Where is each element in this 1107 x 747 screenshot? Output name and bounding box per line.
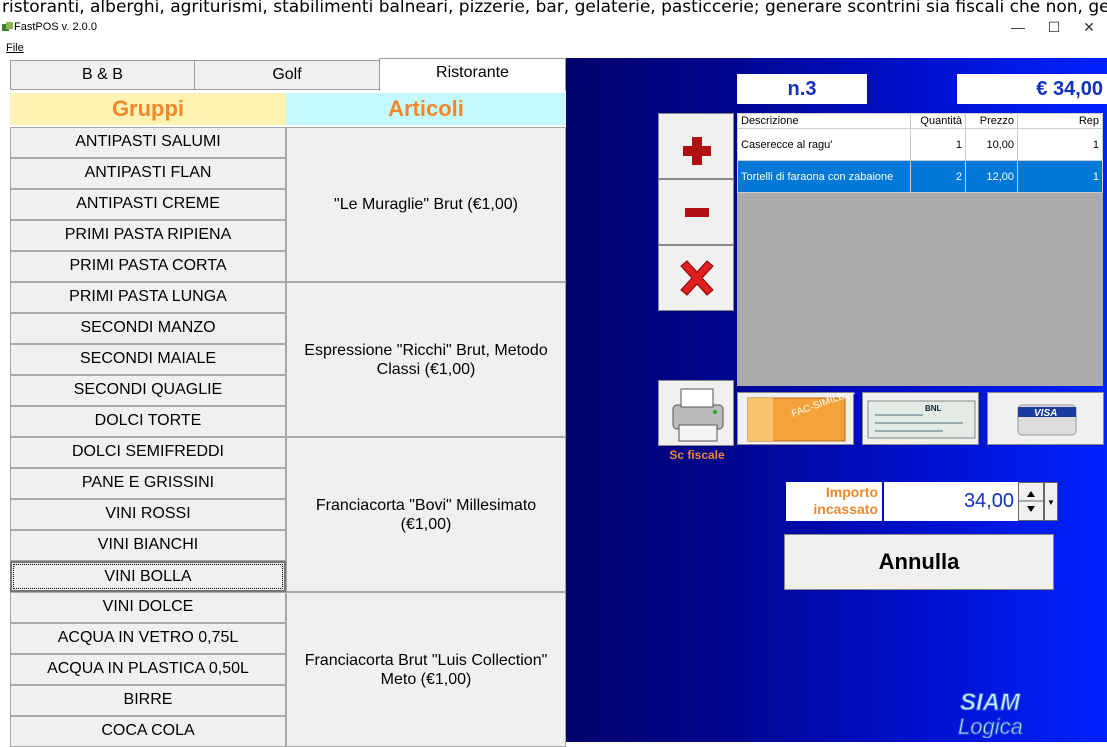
importo-input[interactable]: 34,00 xyxy=(884,482,1018,521)
groups-header: Gruppi xyxy=(10,93,286,125)
col-quantita: Quantità xyxy=(910,113,966,129)
group-button-selected[interactable]: VINI BOLLA xyxy=(10,561,286,592)
order-grid: Descrizione Quantità Prezzo Rep Caserecc… xyxy=(737,113,1103,386)
col-rep: Rep xyxy=(1017,113,1103,129)
check-label: BNL xyxy=(925,404,942,413)
print-fiscal-label: Sc fiscale xyxy=(669,448,725,462)
printer-icon xyxy=(672,388,724,442)
title-bar: FastPOS v. 2.0.0 — ☐ ✕ xyxy=(0,18,1107,38)
importo-label: Importo incassato xyxy=(786,482,882,521)
groups-list: ANTIPASTI SALUMI ANTIPASTI FLAN ANTIPAST… xyxy=(10,127,286,747)
minus-icon xyxy=(685,208,709,217)
logo-graphic: SIAM Logica xyxy=(958,689,1024,740)
card-label: VISA xyxy=(1034,408,1057,419)
menu-file[interactable]: File xyxy=(6,42,24,54)
ticket-number: n.3 xyxy=(737,74,867,104)
importo-dropdown-icon[interactable]: ▼ xyxy=(1044,482,1058,521)
table-row[interactable]: Caserecce al ragu' 1 10,00 1 xyxy=(737,128,1103,161)
cell-rep: 1 xyxy=(1017,160,1103,193)
group-button[interactable]: COCA COLA xyxy=(10,716,286,747)
cell-rep: 1 xyxy=(1017,128,1103,161)
group-button[interactable]: VINI ROSSI xyxy=(10,499,286,530)
group-button[interactable]: PRIMI PASTA LUNGA xyxy=(10,282,286,313)
article-button[interactable]: Franciacorta "Bovi" Millesimato (€1,00) xyxy=(286,437,566,592)
group-button[interactable]: SECONDI MAIALE xyxy=(10,344,286,375)
ticket-total: € 34,00 xyxy=(957,74,1107,104)
group-button[interactable]: PANE E GRISSINI xyxy=(10,468,286,499)
group-button[interactable]: VINI DOLCE xyxy=(10,592,286,623)
importo-spinner[interactable] xyxy=(1018,482,1044,521)
tab-golf[interactable]: Golf xyxy=(194,60,380,90)
cell-quantita: 2 xyxy=(910,160,966,193)
col-prezzo: Prezzo xyxy=(965,113,1018,129)
background-text-strip: ristoranti, alberghi, agriturismi, stabi… xyxy=(0,0,1107,20)
add-button[interactable] xyxy=(658,113,734,179)
table-row-selected[interactable]: Tortelli di faraona con zabaione 2 12,00… xyxy=(737,160,1103,193)
pay-check-button[interactable]: BNL xyxy=(862,392,979,445)
group-button[interactable]: PRIMI PASTA RIPIENA xyxy=(10,220,286,251)
group-button[interactable]: DOLCI TORTE xyxy=(10,406,286,437)
credit-card-icon: VISA xyxy=(1017,404,1077,436)
group-button[interactable]: SECONDI QUAGLIE xyxy=(10,375,286,406)
col-descrizione: Descrizione xyxy=(737,113,911,129)
cell-prezzo: 12,00 xyxy=(965,160,1018,193)
cross-icon xyxy=(680,260,714,296)
group-button[interactable]: DOLCI SEMIFREDDI xyxy=(10,437,286,468)
group-button[interactable]: ANTIPASTI FLAN xyxy=(10,158,286,189)
articles-header: Articoli xyxy=(286,93,566,125)
close-button[interactable]: ✕ xyxy=(1071,18,1107,38)
remove-button[interactable] xyxy=(658,179,734,245)
print-fiscal-button[interactable] xyxy=(658,380,734,446)
cell-descrizione: Tortelli di faraona con zabaione xyxy=(737,160,911,193)
check-icon: BNL xyxy=(867,400,976,439)
articles-list: "Le Muraglie" Brut (€1,00) Espressione "… xyxy=(286,127,566,747)
app-icon xyxy=(2,22,13,31)
article-button[interactable]: Franciacorta Brut "Luis Collection" Meto… xyxy=(286,592,566,747)
group-button[interactable]: ACQUA IN VETRO 0,75L xyxy=(10,623,286,654)
minimize-button[interactable]: — xyxy=(1000,18,1036,38)
grid-header-row: Descrizione Quantità Prezzo Rep xyxy=(737,113,1103,129)
group-button[interactable]: PRIMI PASTA CORTA xyxy=(10,251,286,282)
tab-bb[interactable]: B & B xyxy=(10,60,195,90)
pay-card-button[interactable]: VISA xyxy=(987,392,1104,445)
banknote-icon: FAC-SIMILE 50 xyxy=(747,386,860,442)
delete-button[interactable] xyxy=(658,245,734,311)
window-title: FastPOS v. 2.0.0 xyxy=(14,21,97,33)
pay-cash-button[interactable]: FAC-SIMILE 50 xyxy=(737,386,860,445)
group-button[interactable]: SECONDI MANZO xyxy=(10,313,286,344)
siam-logica-logo: SIAM Logica xyxy=(950,688,1104,740)
article-button[interactable]: "Le Muraglie" Brut (€1,00) xyxy=(286,127,566,282)
article-button[interactable]: Espressione "Ricchi" Brut, Metodo Classi… xyxy=(286,282,566,437)
maximize-button[interactable]: ☐ xyxy=(1036,18,1072,38)
group-button[interactable]: ANTIPASTI CREME xyxy=(10,189,286,220)
svg-text:SIAM: SIAM xyxy=(960,689,1021,716)
tab-bar: B & B Golf Ristorante xyxy=(10,58,566,91)
spinner-arrows-icon xyxy=(1019,491,1043,512)
menu-bar: File xyxy=(0,38,1107,58)
group-button[interactable]: ACQUA IN PLASTICA 0,50L xyxy=(10,654,286,685)
cell-descrizione: Caserecce al ragu' xyxy=(737,128,911,161)
group-button[interactable]: ANTIPASTI SALUMI xyxy=(10,127,286,158)
cell-prezzo: 10,00 xyxy=(965,128,1018,161)
tab-ristorante[interactable]: Ristorante xyxy=(379,58,566,91)
plus-icon xyxy=(683,137,711,165)
group-button[interactable]: VINI BIANCHI xyxy=(10,530,286,561)
cell-quantita: 1 xyxy=(910,128,966,161)
svg-text:Logica: Logica xyxy=(958,714,1023,738)
annulla-button[interactable]: Annulla xyxy=(784,534,1054,590)
group-button[interactable]: BIRRE xyxy=(10,685,286,716)
